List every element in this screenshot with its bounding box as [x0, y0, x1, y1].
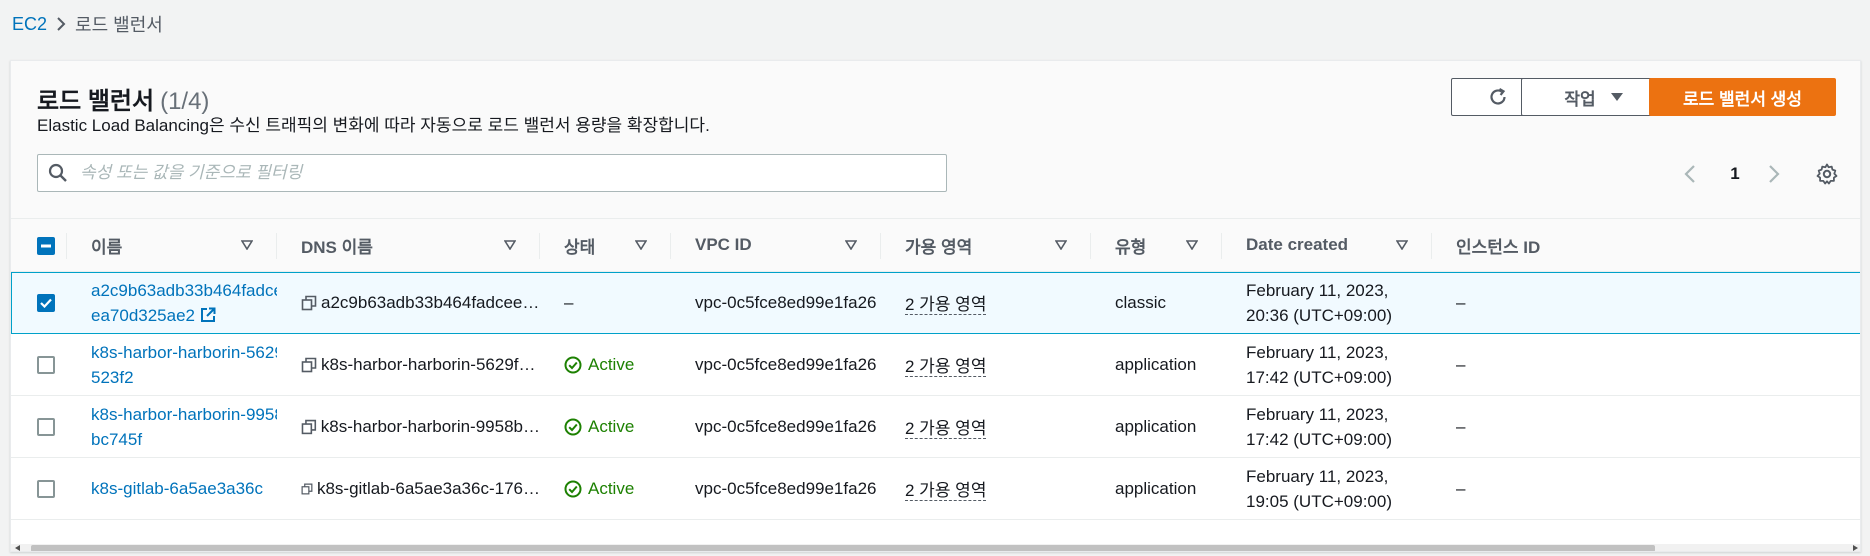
select-all-checkbox[interactable] [37, 236, 55, 255]
sort-icon [845, 240, 857, 250]
date-created: February 11, 2023, 19:05 (UTC+09:00) [1246, 466, 1392, 511]
date-created: February 11, 2023, 20:36 (UTC+09:00) [1246, 280, 1392, 325]
load-balancers-table: 이름 DNS 이름 상태 VPC ID 가용 영역 유형 Date create… [11, 218, 1860, 544]
actions-dropdown-button[interactable]: 작업 [1521, 78, 1667, 116]
availability-zones-popover[interactable]: 2 가용 영역 [905, 357, 987, 377]
instance-id: – [1456, 354, 1466, 374]
breadcrumb-ec2-link[interactable]: EC2 [12, 14, 47, 35]
vpc-id: vpc-0c5fce8ed99e1fa26 [695, 416, 877, 436]
load-balancer-name-link[interactable]: k8s-harbor-harborin-5629f523f2 [91, 340, 277, 390]
availability-zones-popover[interactable]: 2 가용 영역 [905, 419, 987, 439]
vpc-id: vpc-0c5fce8ed99e1fa26 [695, 478, 877, 498]
page-description: Elastic Load Balancing은 수신 트래픽의 변화에 따라 자… [37, 116, 710, 135]
column-header-availability-zones[interactable]: 가용 영역 [881, 219, 1091, 272]
scroll-right-arrow[interactable] [1853, 545, 1858, 551]
check-icon [40, 298, 52, 309]
breadcrumb-current: 로드 밸런서 [75, 15, 163, 35]
availability-zones-popover[interactable]: 2 가용 영역 [905, 295, 987, 315]
previous-page-button[interactable] [1681, 163, 1701, 190]
actions-label: 작업 [1564, 89, 1596, 109]
vpc-id: vpc-0c5fce8ed99e1fa26 [695, 292, 877, 312]
availability-zones-popover[interactable]: 2 가용 영역 [905, 481, 987, 501]
scrollbar-thumb[interactable] [31, 545, 1655, 551]
column-header-date-created[interactable]: Date created [1222, 219, 1432, 272]
status-success-icon [564, 480, 582, 497]
dns-name: k8s-harbor-harborin-5629f… [321, 354, 536, 374]
horizontal-scrollbar[interactable] [11, 544, 1860, 551]
row-checkbox[interactable] [37, 356, 55, 375]
table-row[interactable]: k8s-harbor-harborin-5629f523f2 k8s-harbo… [11, 334, 1860, 396]
dns-name: k8s-harbor-harborin-9958b… [320, 416, 540, 436]
load-balancer-name-link[interactable]: k8s-gitlab-6a5ae3a36c [91, 476, 277, 501]
sort-icon [635, 240, 647, 250]
refresh-icon [1490, 88, 1506, 105]
status-badge: Active [564, 417, 671, 437]
settings-gear-icon [1816, 163, 1838, 185]
row-checkbox[interactable] [37, 294, 55, 313]
sort-icon [1186, 240, 1198, 250]
indeterminate-icon [41, 244, 51, 248]
date-created: February 11, 2023, 17:42 (UTC+09:00) [1246, 404, 1392, 449]
state-value: – [564, 292, 574, 312]
search-icon [48, 163, 67, 182]
chevron-left-icon [1684, 165, 1695, 183]
scroll-left-arrow[interactable] [15, 545, 20, 551]
row-checkbox[interactable] [37, 480, 55, 499]
column-header-instance-id[interactable]: 인스턴스 ID [1432, 219, 1860, 272]
chevron-right-icon [1769, 165, 1780, 183]
table-header-row: 이름 DNS 이름 상태 VPC ID 가용 영역 유형 Date create… [11, 218, 1860, 272]
table-row[interactable]: a2c9b63adb33b464fadceea70d325ae2 a2c9b63… [11, 271, 1860, 334]
external-link-icon [200, 307, 216, 322]
status-success-icon [564, 418, 582, 435]
column-header-state[interactable]: 상태 [540, 219, 671, 272]
filter-search-box[interactable] [37, 154, 947, 192]
breadcrumb: EC2 로드 밸런서 [12, 12, 163, 36]
caret-down-icon [1610, 93, 1623, 101]
type-value: classic [1115, 292, 1167, 312]
sort-icon [1396, 240, 1408, 250]
date-created: February 11, 2023, 17:42 (UTC+09:00) [1246, 342, 1392, 387]
type-value: application [1115, 416, 1197, 436]
vpc-id: vpc-0c5fce8ed99e1fa26 [695, 354, 877, 374]
load-balancer-name-link[interactable]: k8s-harbor-harborin-9958bc745f [91, 402, 277, 452]
row-checkbox[interactable] [37, 418, 55, 437]
dns-name: k8s-gitlab-6a5ae3a36c-176… [316, 478, 540, 498]
status-success-icon [564, 356, 582, 373]
type-value: application [1115, 478, 1197, 498]
load-balancers-panel: 로드 밸런서 (1/4) Elastic Load Balancing은 수신 … [10, 60, 1861, 552]
current-page-number[interactable]: 1 [1725, 161, 1745, 187]
select-all-header [11, 219, 67, 272]
type-value: application [1115, 354, 1197, 374]
copy-icon[interactable] [301, 295, 317, 311]
column-header-vpc-id[interactable]: VPC ID [671, 219, 881, 272]
instance-id: – [1456, 292, 1466, 312]
instance-id: – [1456, 478, 1466, 498]
copy-icon[interactable] [301, 419, 317, 435]
sort-icon [241, 240, 253, 250]
chevron-right-icon [47, 16, 75, 32]
table-row[interactable]: k8s-harbor-harborin-9958bc745f k8s-harbo… [11, 396, 1860, 458]
column-header-type[interactable]: 유형 [1091, 219, 1222, 272]
sort-icon [504, 240, 516, 250]
copy-icon[interactable] [301, 481, 313, 497]
filter-search-input[interactable] [80, 157, 946, 189]
create-load-balancer-button[interactable]: 로드 밸런서 생성 [1649, 78, 1836, 116]
instance-id: – [1456, 416, 1466, 436]
status-badge: Active [564, 479, 671, 499]
table-row[interactable]: k8s-gitlab-6a5ae3a36c k8s-gitlab-6a5ae3a… [11, 458, 1860, 520]
next-page-button[interactable] [1763, 163, 1783, 190]
dns-name: a2c9b63adb33b464fadcee… [321, 292, 540, 312]
status-badge: Active [564, 355, 671, 375]
column-header-dns-name[interactable]: DNS 이름 [277, 219, 540, 272]
sort-icon [1055, 240, 1067, 250]
load-balancer-name-link[interactable]: a2c9b63adb33b464fadceea70d325ae2 [91, 278, 277, 328]
column-header-name[interactable]: 이름 [67, 219, 277, 272]
table-preferences-button[interactable] [1815, 162, 1839, 191]
copy-icon[interactable] [301, 357, 317, 373]
